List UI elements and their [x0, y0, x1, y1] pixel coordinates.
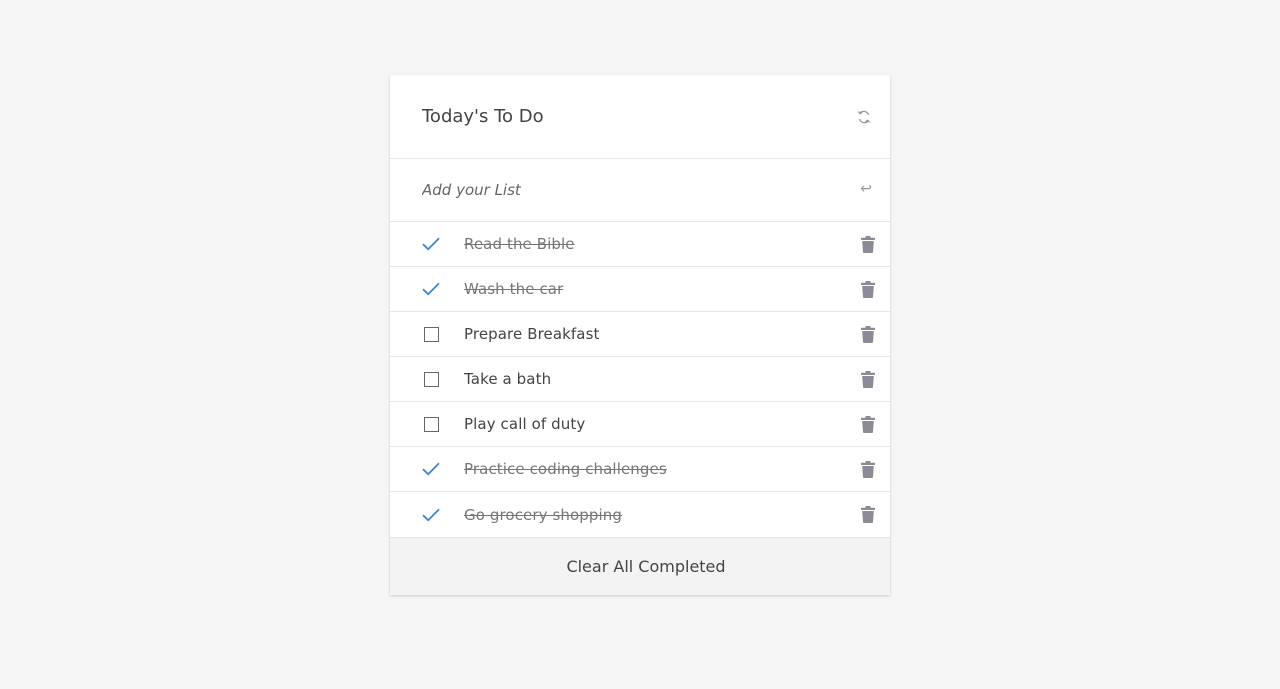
empty-checkbox	[423, 416, 439, 432]
todo-label[interactable]: Wash the car	[464, 280, 860, 298]
add-todo-input[interactable]	[422, 181, 802, 199]
todo-checkmark-icon[interactable]	[422, 280, 440, 298]
todo-checkbox[interactable]	[422, 370, 440, 388]
todo-label[interactable]: Prepare Breakfast	[464, 325, 860, 343]
trash-icon[interactable]	[860, 506, 876, 524]
todo-item: Read the Bible	[390, 222, 890, 267]
trash-icon[interactable]	[860, 325, 876, 343]
todo-checkbox[interactable]	[422, 415, 440, 433]
todo-checkmark-icon[interactable]	[422, 460, 440, 478]
todo-checkmark-icon[interactable]	[422, 506, 440, 524]
trash-icon[interactable]	[860, 370, 876, 388]
todo-label[interactable]: Read the Bible	[464, 235, 860, 253]
empty-checkbox	[423, 326, 439, 342]
todo-checkmark-icon[interactable]	[422, 235, 440, 253]
add-todo-row: ↩	[390, 159, 890, 222]
trash-icon[interactable]	[860, 235, 876, 253]
todo-checkbox[interactable]	[422, 325, 440, 343]
todo-item: Practice coding challenges	[390, 447, 890, 492]
enter-icon[interactable]: ↩	[860, 182, 872, 196]
todo-label[interactable]: Go grocery shopping	[464, 506, 860, 524]
todo-list: Read the Bible Wash the car Prepare Brea…	[390, 222, 890, 537]
page-title: Today's To Do	[422, 106, 544, 127]
clear-completed-button[interactable]: Clear All Completed	[554, 551, 737, 582]
todo-item: Wash the car	[390, 267, 890, 312]
refresh-icon[interactable]	[856, 109, 872, 125]
todo-label[interactable]: Play call of duty	[464, 415, 860, 433]
trash-icon[interactable]	[860, 460, 876, 478]
todo-item: Play call of duty	[390, 402, 890, 447]
todo-item: Prepare Breakfast	[390, 312, 890, 357]
todo-item: Take a bath	[390, 357, 890, 402]
todo-card: Today's To Do ↩ Read the Bible Wash the …	[390, 75, 890, 595]
todo-label[interactable]: Practice coding challenges	[464, 460, 860, 478]
todo-item: Go grocery shopping	[390, 492, 890, 537]
empty-checkbox	[423, 371, 439, 387]
todo-label[interactable]: Take a bath	[464, 370, 860, 388]
trash-icon[interactable]	[860, 280, 876, 298]
todo-header: Today's To Do	[390, 75, 890, 159]
trash-icon[interactable]	[860, 415, 876, 433]
todo-footer: Clear All Completed	[390, 537, 890, 595]
